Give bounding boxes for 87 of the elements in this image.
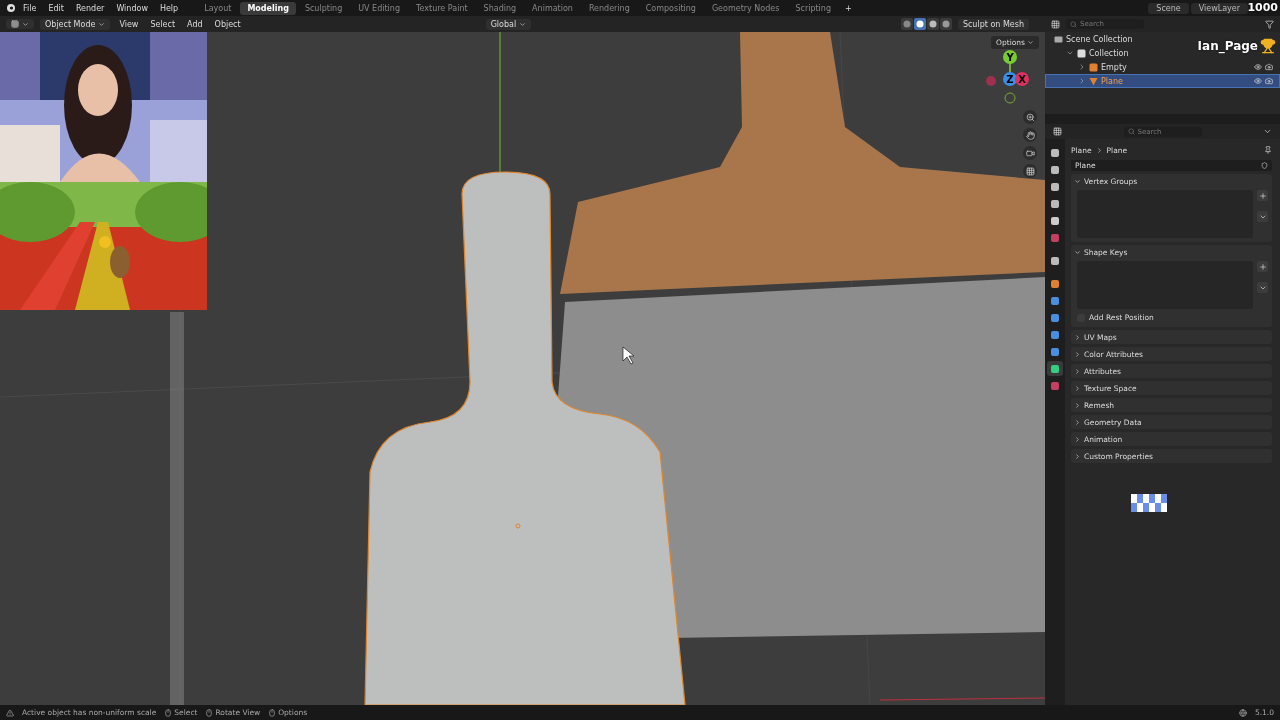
menu-item[interactable]: Window [111, 3, 153, 13]
editor-type-icon[interactable] [1053, 127, 1062, 136]
sculpt-on-mesh-button[interactable]: Sculpt on Mesh [957, 18, 1029, 30]
scene-selector[interactable]: Scene [1148, 2, 1189, 14]
mode-dropdown[interactable]: Object Mode [40, 18, 111, 30]
camera-icon [1025, 148, 1035, 158]
workspace-tab[interactable]: Rendering [581, 1, 637, 15]
add-workspace-button[interactable]: + [840, 3, 857, 13]
warning-icon [6, 708, 14, 717]
outliner-item[interactable]: Collection [1045, 46, 1136, 60]
header-menu[interactable]: Add [184, 19, 206, 29]
caret-icon [22, 20, 29, 28]
filter-icon[interactable] [1265, 19, 1274, 29]
pin-icon[interactable] [1264, 146, 1272, 154]
outliner-item[interactable]: Empty [1045, 60, 1280, 74]
editor-type-button[interactable] [6, 19, 34, 29]
workspace-tab[interactable]: UV Editing [351, 1, 407, 15]
eye-icon[interactable] [1254, 63, 1262, 71]
add-button[interactable] [1257, 190, 1268, 201]
grid-icon [1025, 166, 1035, 176]
header-menu[interactable]: Object [211, 19, 244, 29]
caret-icon [519, 20, 527, 28]
shield-icon [1261, 162, 1268, 169]
chevron-icon [1074, 401, 1081, 409]
workspace-tab[interactable]: Shading [476, 1, 524, 15]
menu-button[interactable] [1257, 282, 1268, 293]
trophy-icon [1260, 38, 1276, 54]
chevron-icon [1095, 146, 1103, 154]
camera-icon[interactable] [1265, 77, 1273, 85]
scene-collection-icon [1054, 34, 1063, 44]
chevron-icon [1074, 435, 1081, 443]
shading-button[interactable] [913, 18, 926, 30]
workspace-tab[interactable]: Texture Paint [409, 1, 475, 15]
menu-item[interactable]: Edit [43, 3, 69, 13]
eye-icon[interactable] [1254, 77, 1262, 85]
chevron-icon [1074, 350, 1081, 358]
chevron-icon [1074, 418, 1081, 426]
mouse-icon [268, 708, 277, 717]
workspace-tab[interactable]: Modeling [240, 1, 296, 15]
workspace-tab[interactable]: Geometry Nodes [704, 1, 787, 15]
properties-tab[interactable] [1047, 361, 1063, 376]
workspace-tab[interactable]: Sculpting [297, 1, 350, 15]
chevron-icon [1074, 333, 1081, 341]
empty-object-icon [1089, 62, 1098, 72]
workspace-tab[interactable]: Compositing [638, 1, 703, 15]
header-menu[interactable]: Select [147, 19, 179, 29]
search-icon [1070, 20, 1077, 28]
dropdown-icon[interactable] [1263, 127, 1272, 136]
add-button[interactable] [1257, 261, 1268, 272]
globe-icon [1238, 708, 1247, 717]
axis-gizmo[interactable]: Y Z X [984, 48, 1030, 104]
plus-icon [1258, 262, 1267, 271]
menu-button[interactable] [1257, 211, 1268, 222]
search-icon [1127, 128, 1135, 135]
menu-item[interactable]: File [18, 3, 42, 13]
chevron-icon [1074, 367, 1081, 375]
collection-icon [1077, 48, 1086, 58]
mouse-icon [205, 708, 214, 717]
caret-icon [1027, 39, 1034, 46]
caret-icon [98, 20, 106, 28]
zoom-icon [1025, 112, 1035, 122]
workspace-tab[interactable]: Scripting [788, 1, 838, 15]
plus-icon [1258, 191, 1267, 200]
header-menu[interactable]: View [116, 19, 142, 29]
outliner-item[interactable]: Plane [1045, 74, 1280, 88]
workspace-tab[interactable]: Animation [525, 1, 580, 15]
menu-item[interactable]: Help [154, 3, 184, 13]
chevron-icon [1074, 384, 1081, 392]
chevron-icon [1074, 452, 1081, 460]
display-mode-icon[interactable] [1051, 19, 1060, 29]
menu-item[interactable]: Render [70, 3, 110, 13]
orientation-dropdown[interactable]: Global [485, 18, 532, 30]
chevron-icon [1074, 177, 1081, 185]
outliner-item[interactable]: Scene Collection [1045, 32, 1140, 46]
chevron-icon [1074, 248, 1081, 256]
username-label: Ian_Page [1197, 39, 1258, 53]
shading-button[interactable] [926, 18, 939, 30]
view-layer-selector[interactable]: ViewLayer [1190, 2, 1248, 14]
workspace-tab[interactable]: Layout [197, 1, 239, 15]
grid-icon [11, 20, 19, 28]
mouse-icon [164, 708, 173, 717]
app-logo-icon[interactable] [6, 3, 16, 13]
hand-icon [1025, 130, 1035, 140]
checker-icon [1131, 494, 1167, 512]
camera-icon[interactable] [1265, 63, 1273, 71]
score-label: 1000 [1247, 1, 1278, 14]
triangle-icon [1089, 76, 1098, 86]
